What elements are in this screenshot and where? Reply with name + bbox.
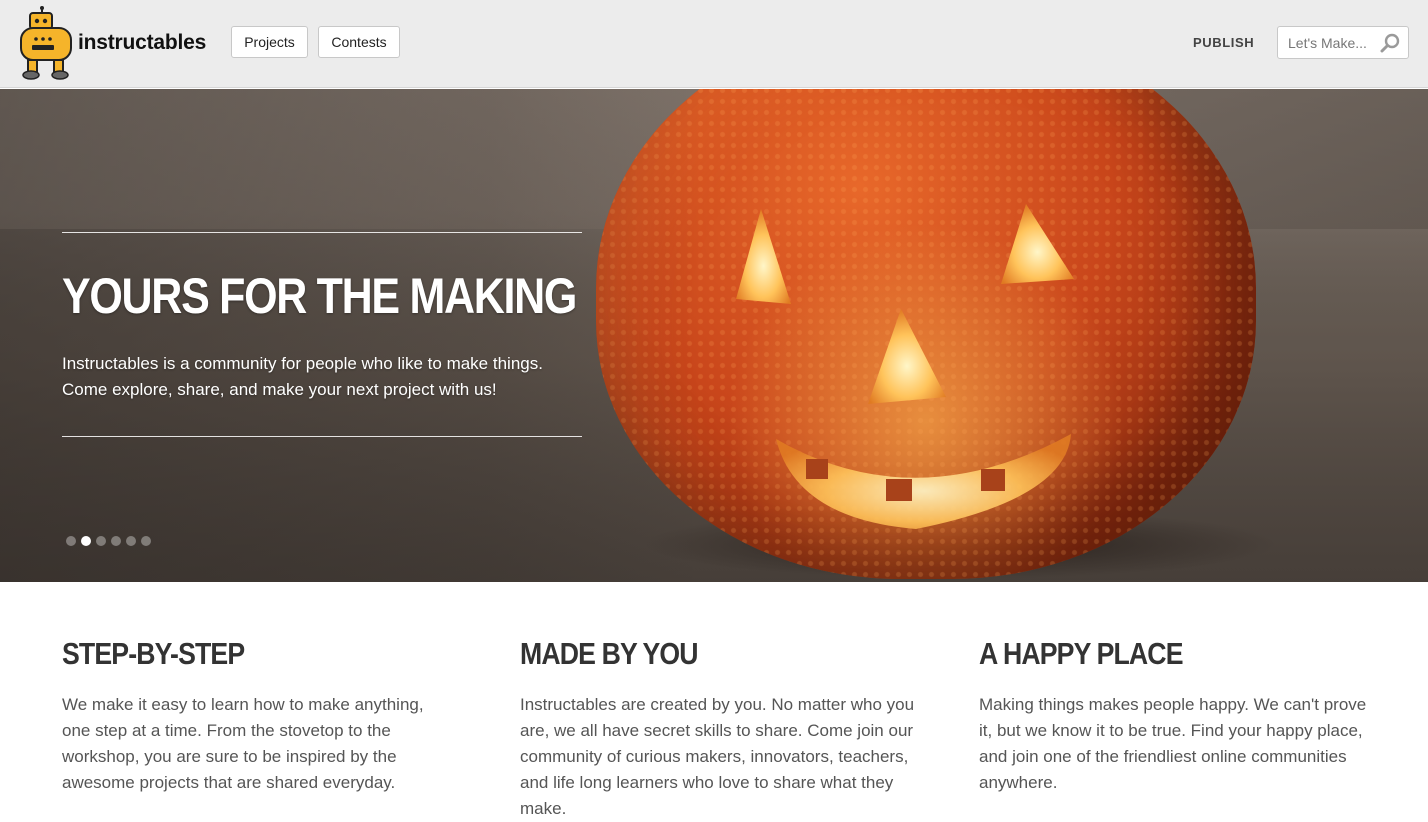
feature-text: We make it easy to learn how to make any… <box>62 695 424 792</box>
publish-link[interactable]: PUBLISH <box>1193 35 1254 50</box>
carousel-dots <box>66 536 151 546</box>
site-logo[interactable]: instructables <box>16 6 216 82</box>
feature-title: A HAPPY PLACE <box>979 636 1183 671</box>
feature-made-by-you: MADE BY YOU Instructables are created by… <box>520 636 915 822</box>
feature-title: MADE BY YOU <box>520 636 699 671</box>
search-icon[interactable] <box>1380 33 1400 53</box>
carousel-dot-5[interactable] <box>126 536 136 546</box>
hero-description: Instructables is a community for people … <box>62 354 543 399</box>
feature-text: Making things makes people happy. We can… <box>979 695 1367 792</box>
hero-divider-top <box>62 232 582 233</box>
carousel-dot-6[interactable] <box>141 536 151 546</box>
hero-banner: YOURS FOR THE MAKING Instructables is a … <box>0 89 1428 582</box>
carousel-dot-1[interactable] <box>66 536 76 546</box>
hero-divider-bottom <box>62 436 582 437</box>
feature-happy-place: A HAPPY PLACE Making things makes people… <box>979 636 1374 796</box>
hero-text-shade <box>0 89 700 582</box>
site-header: instructables Projects Contests PUBLISH <box>0 0 1428 88</box>
feature-title: STEP-BY-STEP <box>62 636 245 671</box>
projects-button[interactable]: Projects <box>231 26 308 58</box>
carousel-dot-3[interactable] <box>96 536 106 546</box>
carousel-dot-4[interactable] <box>111 536 121 546</box>
robot-mascot-icon <box>20 6 72 80</box>
hero-title: YOURS FOR THE MAKING <box>62 268 577 324</box>
carousel-dot-2[interactable] <box>81 536 91 546</box>
logo-text: instructables <box>78 31 207 54</box>
search-input[interactable] <box>1278 27 1382 58</box>
feature-text: Instructables are created by you. No mat… <box>520 695 915 818</box>
search-box <box>1277 26 1409 59</box>
contests-button[interactable]: Contests <box>318 26 400 58</box>
feature-step-by-step: STEP-BY-STEP We make it easy to learn ho… <box>62 636 442 796</box>
